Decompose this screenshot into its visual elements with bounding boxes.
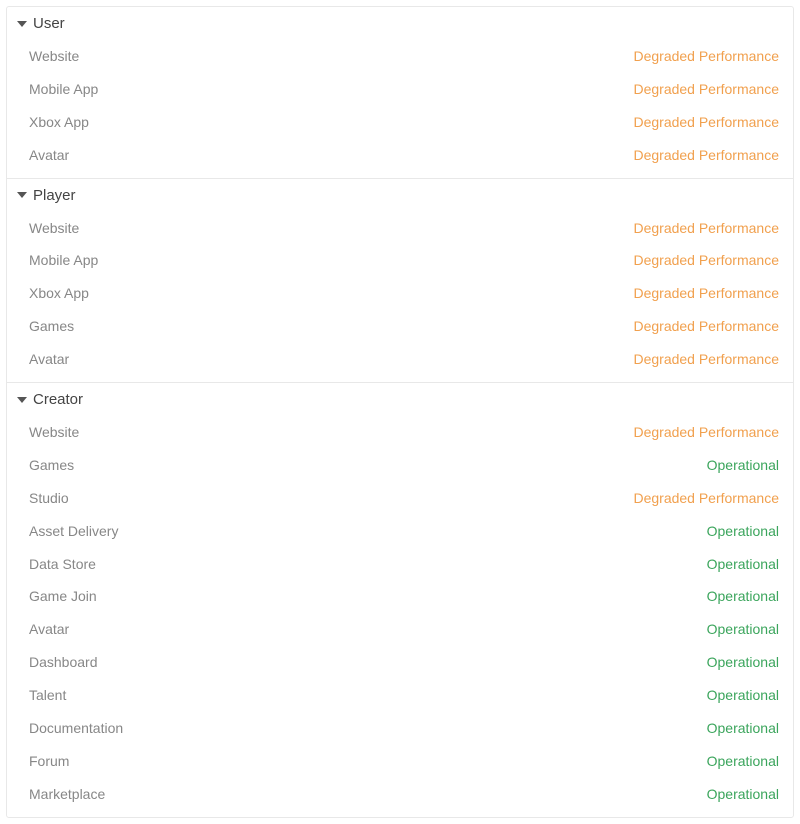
status-item: Website Degraded Performance xyxy=(7,416,793,449)
status-item: Studio Degraded Performance xyxy=(7,482,793,515)
status-item: Forum Operational xyxy=(7,745,793,778)
status-item: Marketplace Operational xyxy=(7,778,793,811)
item-name: Asset Delivery xyxy=(29,522,118,541)
group-items: Website Degraded Performance Mobile App Deg… xyxy=(7,210,793,382)
item-name: Xbox App xyxy=(29,113,89,132)
status-item: Xbox App Degraded Performance xyxy=(7,277,793,310)
group-header-player[interactable]: Player xyxy=(7,179,793,210)
item-status: Operational xyxy=(707,456,779,475)
item-status: Degraded Performance xyxy=(633,219,779,238)
status-item: Website Degraded Performance xyxy=(7,212,793,245)
item-name: Avatar xyxy=(29,146,69,165)
item-status: Operational xyxy=(707,752,779,771)
status-item: Dashboard Operational xyxy=(7,646,793,679)
chevron-down-icon xyxy=(17,192,27,198)
item-name: Marketplace xyxy=(29,785,105,804)
item-name: Xbox App xyxy=(29,284,89,303)
group-header-user[interactable]: User xyxy=(7,7,793,38)
item-status: Operational xyxy=(707,522,779,541)
item-name: Mobile App xyxy=(29,251,98,270)
group-header-creator[interactable]: Creator xyxy=(7,383,793,414)
group-title: Player xyxy=(33,187,76,204)
item-status: Operational xyxy=(707,719,779,738)
item-status: Degraded Performance xyxy=(633,350,779,369)
status-item: Mobile App Degraded Performance xyxy=(7,244,793,277)
group-title: Creator xyxy=(33,391,83,408)
item-name: Studio xyxy=(29,489,69,508)
item-name: Website xyxy=(29,423,79,442)
item-name: Game Join xyxy=(29,587,97,606)
status-group-user: UserWebsiteDegraded PerformanceMobile Ap… xyxy=(7,7,793,178)
item-name: Forum xyxy=(29,752,69,771)
item-name: Website xyxy=(29,219,79,238)
status-item: Website Degraded Performance xyxy=(7,40,793,73)
item-name: Talent xyxy=(29,686,66,705)
item-status: Degraded Performance xyxy=(633,80,779,99)
chevron-down-icon xyxy=(17,21,27,27)
group-title: User xyxy=(33,15,65,32)
status-group-player: PlayerWebsiteDegraded PerformanceMobile … xyxy=(7,178,793,382)
group-items: Website Degraded Performance Games Operatio… xyxy=(7,414,793,817)
item-status: Degraded Performance xyxy=(633,146,779,165)
item-name: Dashboard xyxy=(29,653,98,672)
item-name: Data Store xyxy=(29,555,96,574)
item-name: Avatar xyxy=(29,350,69,369)
item-status: Degraded Performance xyxy=(633,317,779,336)
status-item: Documentation Operational xyxy=(7,712,793,745)
status-item: Game Join Operational xyxy=(7,580,793,613)
item-status: Operational xyxy=(707,686,779,705)
item-status: Degraded Performance xyxy=(633,113,779,132)
item-name: Games xyxy=(29,456,74,475)
item-status: Degraded Performance xyxy=(633,284,779,303)
item-name: Website xyxy=(29,47,79,66)
item-name: Mobile App xyxy=(29,80,98,99)
chevron-down-icon xyxy=(17,397,27,403)
status-item: Games Degraded Performance xyxy=(7,310,793,343)
item-name: Games xyxy=(29,317,74,336)
item-status: Operational xyxy=(707,620,779,639)
item-status: Degraded Performance xyxy=(633,251,779,270)
status-item: Mobile App Degraded Performance xyxy=(7,73,793,106)
status-panel: UserWebsiteDegraded PerformanceMobile Ap… xyxy=(6,6,794,818)
item-name: Avatar xyxy=(29,620,69,639)
item-status: Degraded Performance xyxy=(633,47,779,66)
status-item: Avatar Degraded Performance xyxy=(7,343,793,376)
item-status: Operational xyxy=(707,785,779,804)
group-items: Website Degraded Performance Mobile App Deg… xyxy=(7,38,793,178)
item-name: Documentation xyxy=(29,719,123,738)
status-item: Avatar Operational xyxy=(7,613,793,646)
item-status: Operational xyxy=(707,555,779,574)
status-group-creator: Creator Website Degraded Performance Games O… xyxy=(7,382,793,817)
status-item: Games Operational xyxy=(7,449,793,482)
status-item: Asset Delivery Operational xyxy=(7,515,793,548)
item-status: Degraded Performance xyxy=(633,489,779,508)
item-status: Degraded Performance xyxy=(633,423,779,442)
item-status: Operational xyxy=(707,653,779,672)
status-item: Xbox App Degraded Performance xyxy=(7,106,793,139)
status-item: Avatar Degraded Performance xyxy=(7,139,793,172)
status-item: Data Store Operational xyxy=(7,548,793,581)
status-item: Talent Operational xyxy=(7,679,793,712)
item-status: Operational xyxy=(707,587,779,606)
